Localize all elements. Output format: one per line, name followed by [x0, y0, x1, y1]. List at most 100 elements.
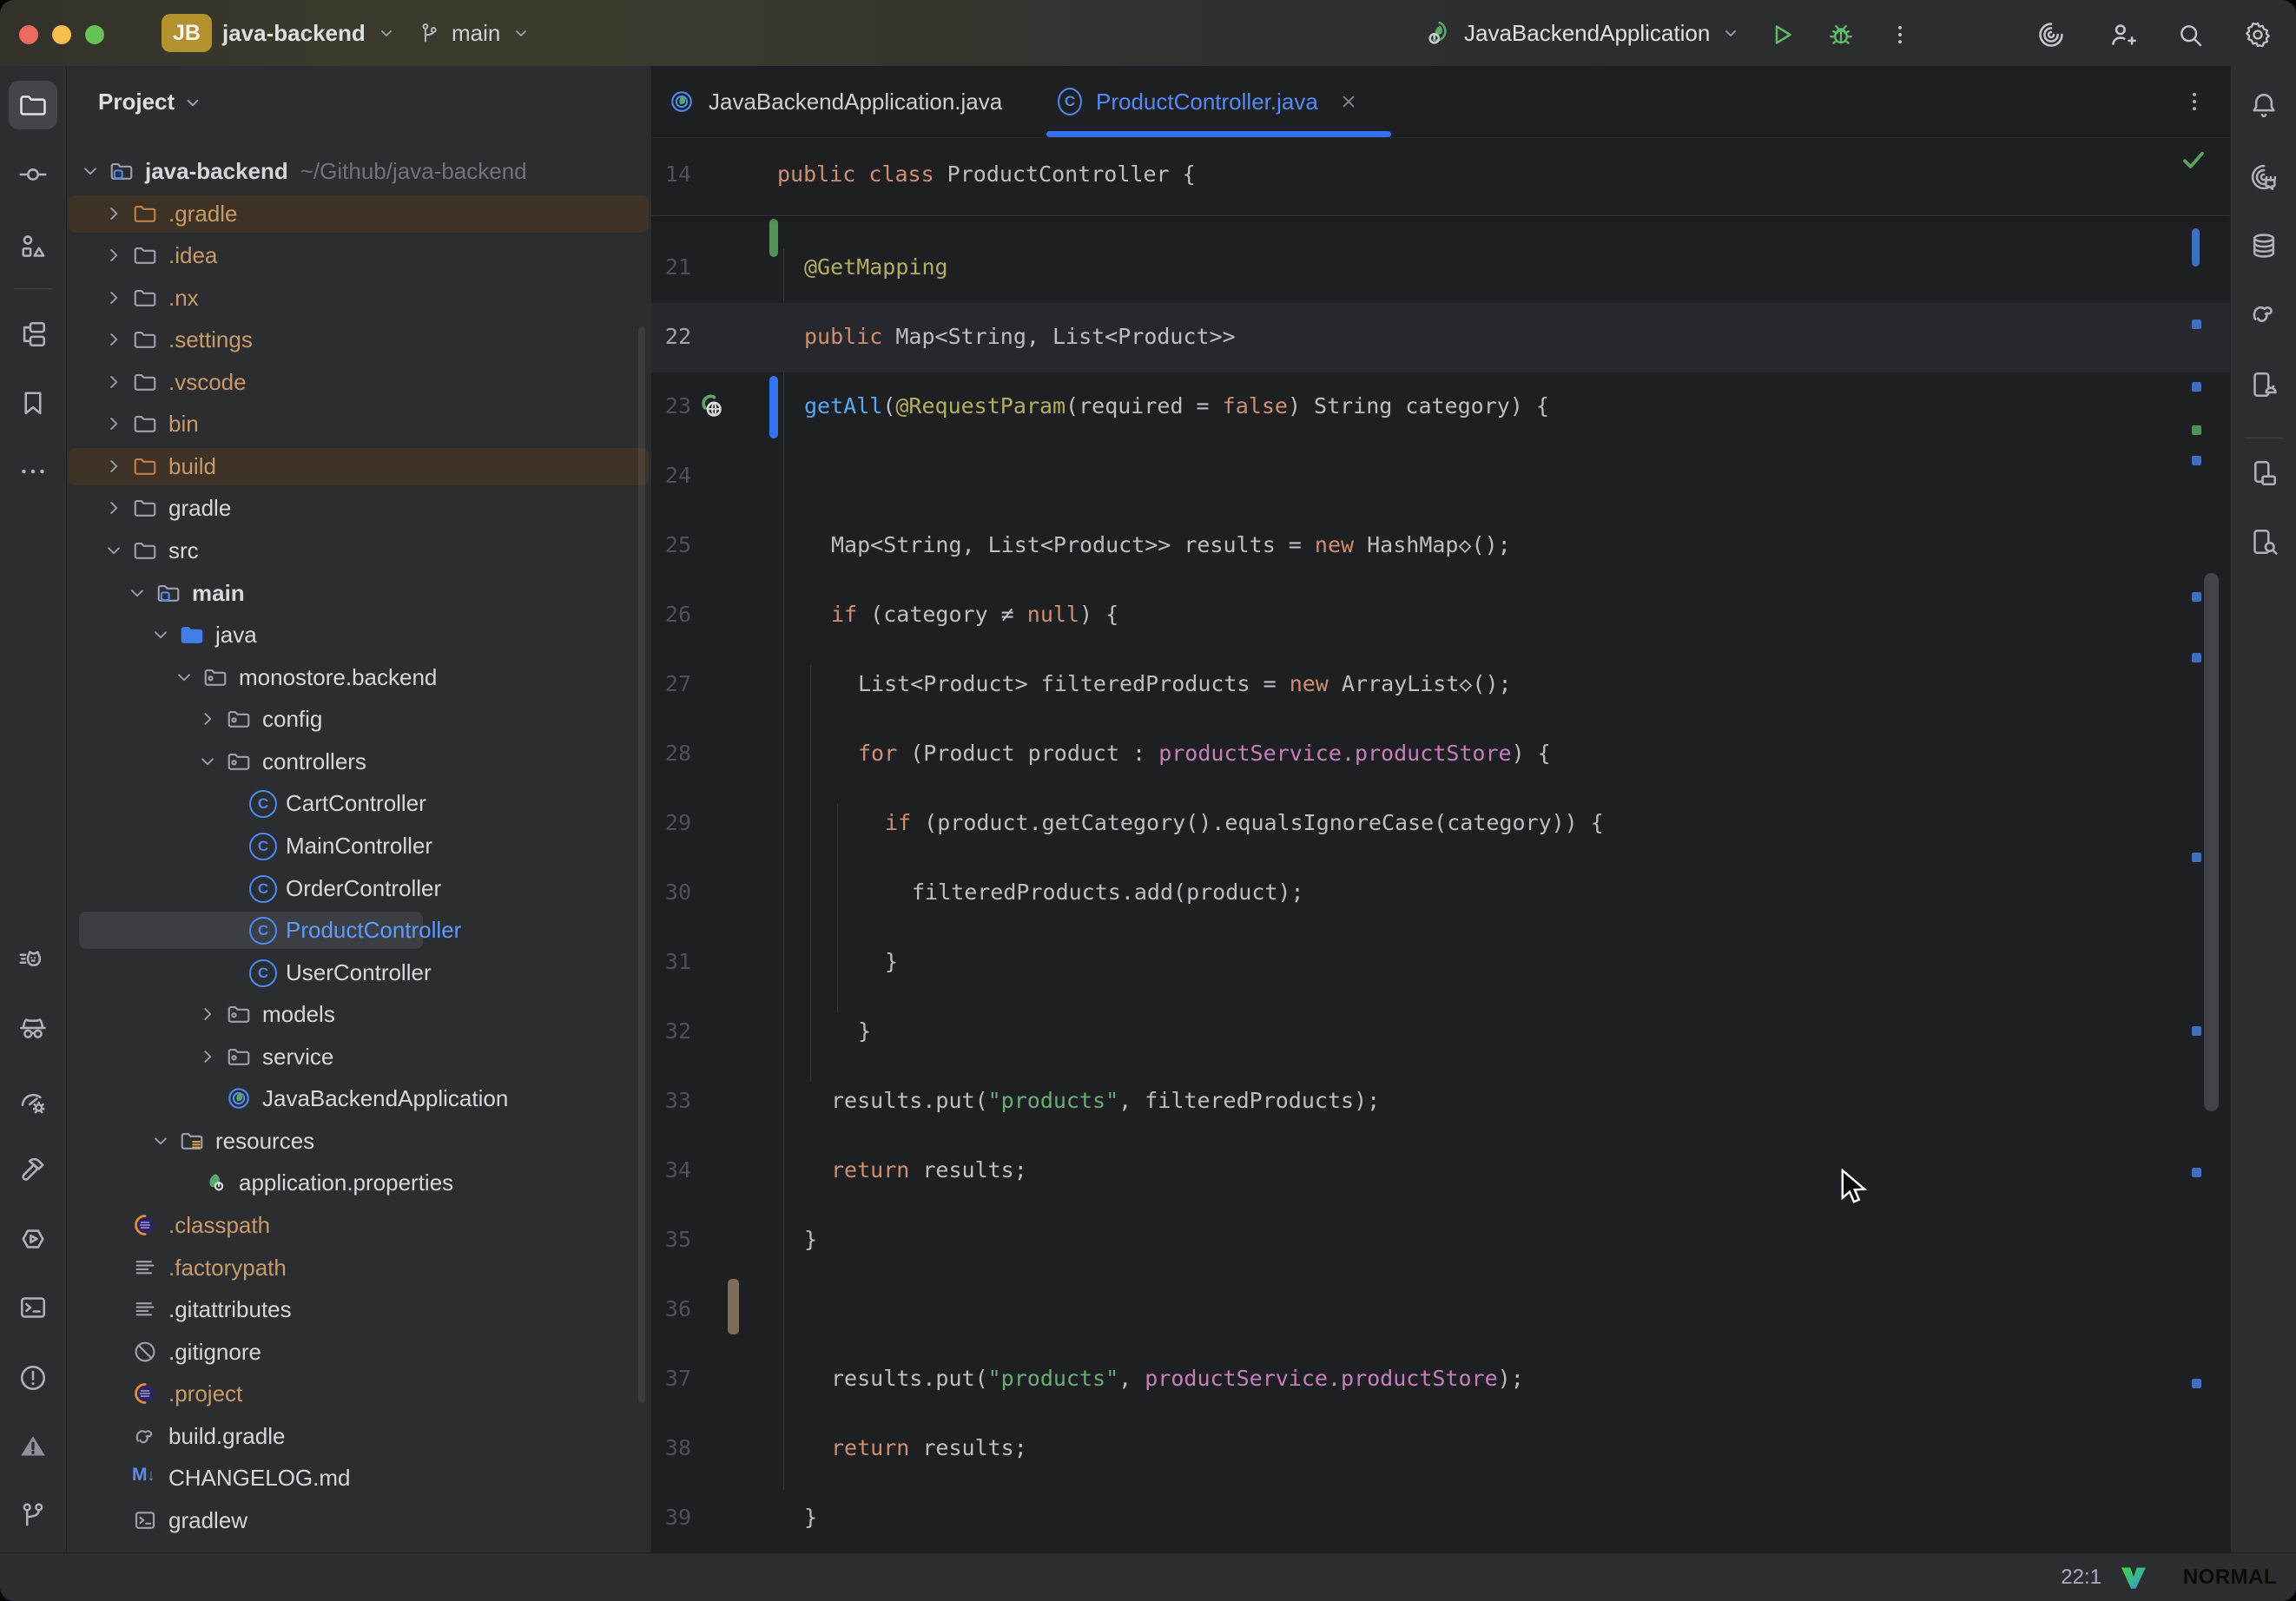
tree-row-.nx[interactable]: .nx: [67, 277, 651, 320]
tool-more-ellipsis[interactable]: [9, 447, 57, 496]
chevron-right-icon[interactable]: [102, 497, 125, 519]
tool-bookmarks[interactable]: [9, 379, 57, 427]
branch-widget[interactable]: main: [417, 0, 531, 66]
tree-row-OrderController[interactable]: C OrderController: [67, 867, 651, 910]
tree-row-build.gradle[interactable]: build.gradle: [67, 1415, 651, 1458]
tree-row-.settings[interactable]: .settings: [67, 319, 651, 361]
code-row-25[interactable]: 25 Map<String, List<Product>> results = …: [651, 511, 2230, 581]
code-row-37[interactable]: 37 results.put("products", productServic…: [651, 1345, 2230, 1414]
tree-row-ProductController[interactable]: C ProductController: [67, 909, 651, 952]
code-row-35[interactable]: 35 }: [651, 1206, 2230, 1275]
ideavim-icon[interactable]: [2119, 1563, 2148, 1592]
chevron-right-icon[interactable]: [102, 202, 125, 225]
code-row-23[interactable]: 23 getAll(@RequestParam(required = false…: [651, 372, 2230, 442]
tree-row-gradle[interactable]: gradle: [67, 487, 651, 530]
add-user-button[interactable]: [2103, 16, 2141, 54]
chevron-right-icon[interactable]: [196, 1003, 219, 1025]
chevron-down-icon[interactable]: [149, 623, 172, 646]
chevron-right-icon[interactable]: [102, 244, 125, 267]
tab-ProductController.java[interactable]: CProductController.java: [1058, 66, 1360, 137]
zoom-window-button[interactable]: [85, 25, 104, 44]
tree-row-JavaBackendApplication[interactable]: JavaBackendApplication: [67, 1077, 651, 1120]
tool-project-folder[interactable]: [9, 81, 57, 129]
vim-mode-badge[interactable]: NORMAL: [2164, 1553, 2296, 1601]
tool-device-manager[interactable]: [2240, 449, 2288, 497]
code-row-31[interactable]: 31 }: [651, 928, 2230, 998]
inspections-ok-check-icon[interactable]: [2180, 146, 2207, 174]
chevron-down-icon[interactable]: [79, 160, 102, 182]
tool-database[interactable]: [2240, 221, 2288, 270]
chevron-right-icon[interactable]: [196, 1045, 219, 1068]
tree-row-monostore.backend[interactable]: monostore.backend: [67, 656, 651, 699]
search-everywhere-button[interactable]: [2171, 16, 2209, 54]
code-row-29[interactable]: 29 if (product.getCategory().equalsIgnor…: [651, 789, 2230, 859]
tool-frames[interactable]: [9, 310, 57, 359]
tree-row-build[interactable]: build: [67, 445, 651, 488]
settings-button[interactable]: [2239, 16, 2277, 54]
tree-row-CHANGELOG.md[interactable]: M↓ CHANGELOG.md: [67, 1457, 651, 1499]
tree-row-.gitignore[interactable]: .gitignore: [67, 1331, 651, 1374]
chevron-down-icon[interactable]: [149, 1130, 172, 1152]
gutter-added-marker[interactable]: [769, 219, 778, 257]
chevron-right-icon[interactable]: [102, 371, 125, 393]
tree-row-src[interactable]: src: [67, 530, 651, 572]
chevron-down-icon[interactable]: [196, 750, 219, 773]
tree-row-gradlew[interactable]: gradlew: [67, 1499, 651, 1542]
tree-row-CartController[interactable]: C CartController: [67, 782, 651, 825]
gutter-tan-marker[interactable]: [728, 1279, 739, 1334]
tree-row-MainController[interactable]: C MainController: [67, 825, 651, 867]
chevron-right-icon[interactable]: [102, 328, 125, 351]
chevron-down-icon[interactable]: [126, 582, 148, 604]
ai-assistant-button[interactable]: [2032, 16, 2070, 54]
tool-build-hammer[interactable]: [9, 1145, 57, 1194]
tree-row-.vscode[interactable]: .vscode: [67, 361, 651, 404]
chevron-right-icon[interactable]: [102, 287, 125, 309]
tree-row-service[interactable]: service: [67, 1036, 651, 1078]
tool-running-devices[interactable]: [2240, 360, 2288, 409]
code-row-30[interactable]: 30 filteredProducts.add(product);: [651, 859, 2230, 928]
tree-row-main[interactable]: main: [67, 572, 651, 615]
tree-row-.project[interactable]: .project: [67, 1373, 651, 1415]
tree-row-application.properties[interactable]: application.properties: [67, 1162, 651, 1204]
tool-gradle[interactable]: [2240, 289, 2288, 338]
tool-notifications-bell[interactable]: [2240, 81, 2288, 129]
close-tab-icon[interactable]: [1337, 90, 1360, 113]
project-widget[interactable]: JB java-backend: [162, 0, 397, 66]
tree-row-config[interactable]: config: [67, 698, 651, 741]
tree-row-.idea[interactable]: .idea: [67, 234, 651, 277]
endpoint-globe-icon[interactable]: [695, 390, 728, 423]
tree-row-bin[interactable]: bin: [67, 403, 651, 445]
tree-row-gradlew.bat[interactable]: gradlew.bat: [67, 1541, 651, 1552]
tree-row-.classpath[interactable]: .classpath: [67, 1204, 651, 1247]
tree-row-.factorypath[interactable]: .factorypath: [67, 1247, 651, 1289]
tool-warnings-triangle[interactable]: [9, 1422, 57, 1471]
tool-profiler-gauge[interactable]: [9, 1078, 57, 1127]
code-row-28[interactable]: 28 for (Product product : productService…: [651, 720, 2230, 789]
tree-row-controllers[interactable]: controllers: [67, 741, 651, 783]
run-configuration-widget[interactable]: JavaBackendApplication: [1424, 0, 1741, 66]
tool-device-explorer-search[interactable]: [2240, 517, 2288, 566]
tab-JavaBackendApplication.java[interactable]: JavaBackendApplication.java: [669, 66, 1002, 137]
code-row-36[interactable]: 36: [651, 1275, 2230, 1345]
tool-problems[interactable]: [9, 1354, 57, 1402]
tool-structure-shapes[interactable]: [9, 222, 57, 271]
tool-commit[interactable]: [9, 150, 57, 199]
chevron-right-icon[interactable]: [102, 412, 125, 435]
chevron-down-icon[interactable]: [173, 666, 195, 688]
chevron-right-icon[interactable]: [196, 708, 219, 730]
code-row-38[interactable]: 38 return results;: [651, 1414, 2230, 1484]
tree-row-java-backend[interactable]: java-backend~/Github/java-backend: [67, 150, 651, 193]
close-window-button[interactable]: [19, 25, 38, 44]
code-row-39[interactable]: 39 }: [651, 1484, 2230, 1552]
tool-logcat-cat[interactable]: [9, 938, 57, 986]
code-row-34[interactable]: 34 return results;: [651, 1137, 2230, 1206]
chevron-right-icon[interactable]: [102, 455, 125, 478]
code-row-26[interactable]: 26 if (category ≠ null) {: [651, 581, 2230, 650]
more-actions-button[interactable]: [1881, 16, 1919, 54]
tool-version-control-branch[interactable]: [9, 1491, 57, 1539]
run-button[interactable]: [1763, 16, 1801, 54]
chevron-down-icon[interactable]: [102, 539, 125, 562]
code-row-33[interactable]: 33 results.put("products", filteredProdu…: [651, 1067, 2230, 1137]
tool-services-hexagon[interactable]: [9, 1215, 57, 1263]
tree-row-.gitattributes[interactable]: .gitattributes: [67, 1288, 651, 1331]
